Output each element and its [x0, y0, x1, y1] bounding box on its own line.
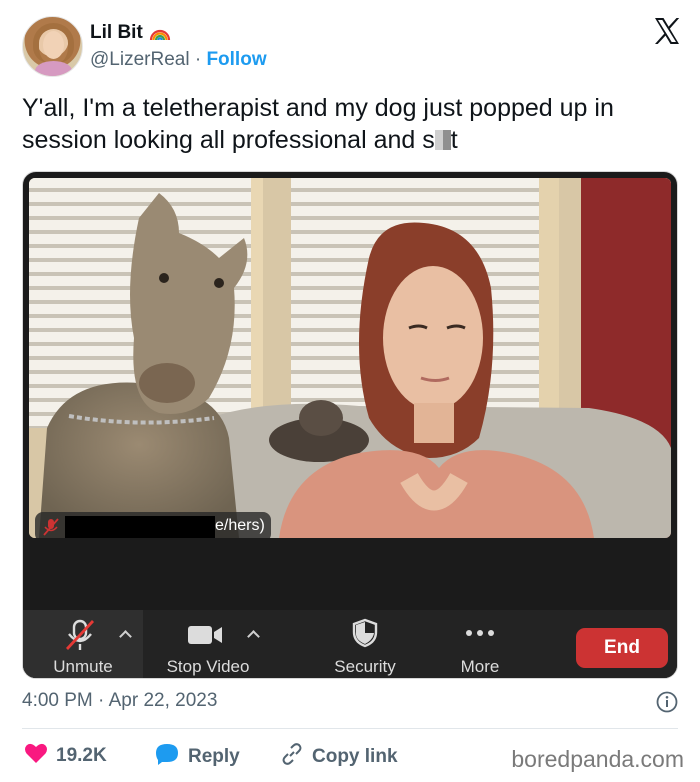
more-label: More — [460, 657, 500, 676]
reply-button[interactable]: Reply — [154, 742, 240, 772]
divider — [22, 728, 678, 729]
tweet-header: Lil Bit @LizerReal · Follow — [22, 16, 682, 80]
censor-block — [434, 130, 451, 150]
copy-link-label: Copy link — [312, 746, 398, 767]
mic-off-icon — [63, 618, 97, 657]
author-display-name[interactable]: Lil Bit — [90, 22, 143, 44]
unmute-label: Unmute — [53, 657, 113, 676]
more-button[interactable]: More — [443, 610, 517, 678]
tweet-text-end: t — [450, 126, 458, 154]
likes-count: 19.2K — [56, 745, 107, 766]
follow-button[interactable]: Follow — [206, 49, 266, 70]
handle-separator: · — [194, 49, 202, 70]
security-button[interactable]: Security — [313, 610, 417, 678]
video-feed: e/hers) — [29, 178, 671, 538]
info-icon[interactable] — [656, 691, 678, 713]
participant-name-tag: e/hers) — [35, 512, 271, 538]
tweet-media[interactable]: e/hers) Unmute Stop Video Security More … — [22, 171, 678, 679]
participant-pronouns: e/hers) — [215, 517, 265, 534]
author-handle[interactable]: @LizerReal — [90, 49, 190, 70]
unmute-button[interactable]: Unmute — [23, 610, 143, 678]
rainbow-icon — [149, 22, 171, 44]
watermark: boredpanda.com — [511, 746, 684, 772]
tweet-text-main: Y'all, I'm a teletherapist and my dog ju… — [22, 94, 614, 154]
tweet-timestamp[interactable]: 4:00 PM · Apr 22, 2023 — [22, 690, 217, 712]
link-icon — [280, 742, 304, 772]
security-label: Security — [334, 657, 396, 676]
video-camera-icon — [187, 624, 223, 651]
author-name-row[interactable]: Lil Bit — [90, 22, 171, 44]
x-logo-icon[interactable] — [652, 16, 682, 46]
stop-video-button[interactable]: Stop Video — [153, 610, 263, 678]
muted-mic-icon — [43, 518, 59, 536]
redacted-name — [65, 516, 215, 538]
stop-video-label: Stop Video — [166, 657, 250, 676]
like-button[interactable]: 19.2K — [24, 742, 107, 770]
reply-label: Reply — [188, 746, 240, 767]
end-meeting-button[interactable]: End — [576, 628, 668, 668]
tweet-text: Y'all, I'm a teletherapist and my dog ju… — [22, 92, 678, 156]
avatar[interactable] — [22, 16, 83, 77]
copy-link-button[interactable]: Copy link — [280, 742, 398, 772]
more-dots-icon — [465, 624, 495, 642]
shield-icon — [351, 618, 379, 653]
author-handle-row: @LizerReal · Follow — [90, 49, 267, 71]
reply-bubble-icon — [154, 742, 180, 772]
heart-icon — [24, 742, 48, 770]
